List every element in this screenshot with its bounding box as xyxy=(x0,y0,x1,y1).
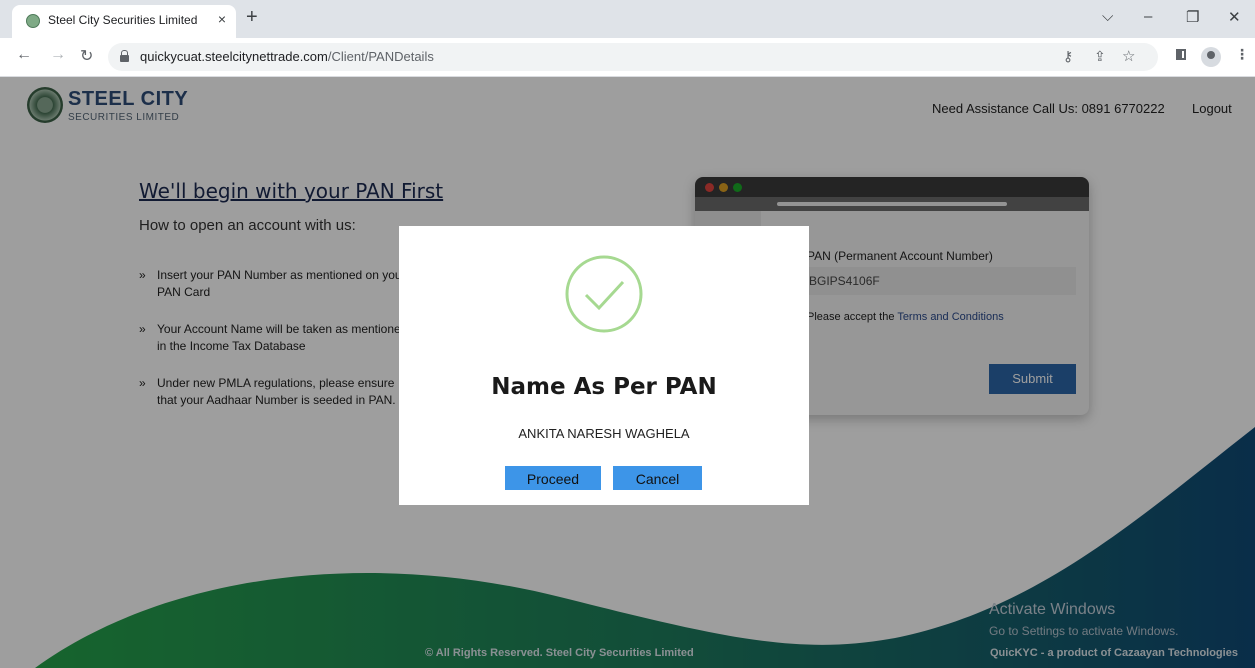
side-panel-icon[interactable] xyxy=(1176,49,1186,60)
menu-kebab-icon[interactable]: ⋮ xyxy=(1235,46,1249,63)
browser-toolbar: ← → ↻ quickycuat.steelcitynettrade.com/C… xyxy=(0,38,1255,77)
tab-search-icon[interactable]: ⌵ xyxy=(1102,8,1113,25)
page-content: STEEL CITY SECURITIES LIMITED Need Assis… xyxy=(0,77,1255,668)
name-confirm-dialog: Name As Per PAN ANKITA NARESH WAGHELA Pr… xyxy=(399,226,809,505)
profile-avatar-icon[interactable] xyxy=(1201,47,1221,67)
success-check-icon xyxy=(565,255,643,333)
key-icon[interactable]: ⚷ xyxy=(1063,48,1073,65)
reload-icon[interactable]: ↻ xyxy=(80,46,93,66)
share-icon[interactable]: ⇪ xyxy=(1094,48,1106,65)
forward-icon[interactable]: → xyxy=(50,46,66,64)
pan-holder-name: ANKITA NARESH WAGHELA xyxy=(518,426,690,441)
back-icon[interactable]: ← xyxy=(16,46,32,64)
close-window-button[interactable]: ✕ xyxy=(1228,8,1241,26)
tab-close-icon[interactable]: × xyxy=(218,11,226,27)
lock-icon xyxy=(120,50,129,62)
dialog-title: Name As Per PAN xyxy=(491,374,717,400)
favicon-icon xyxy=(26,14,40,28)
restore-button[interactable]: ❐ xyxy=(1186,8,1199,26)
tab-title: Steel City Securities Limited xyxy=(48,13,198,27)
browser-tab[interactable]: Steel City Securities Limited × xyxy=(12,5,236,38)
url-text: quickycuat.steelcitynettrade.com/Client/… xyxy=(140,49,434,64)
bookmark-star-icon[interactable]: ☆ xyxy=(1122,47,1135,65)
cancel-button[interactable]: Cancel xyxy=(613,466,702,490)
minimize-button[interactable]: – xyxy=(1144,8,1152,25)
browser-tab-bar: Steel City Securities Limited × + ⌵ – ❐ … xyxy=(0,0,1255,38)
address-bar[interactable]: quickycuat.steelcitynettrade.com/Client/… xyxy=(108,43,1158,71)
new-tab-button[interactable]: + xyxy=(246,6,258,28)
proceed-button[interactable]: Proceed xyxy=(505,466,601,490)
